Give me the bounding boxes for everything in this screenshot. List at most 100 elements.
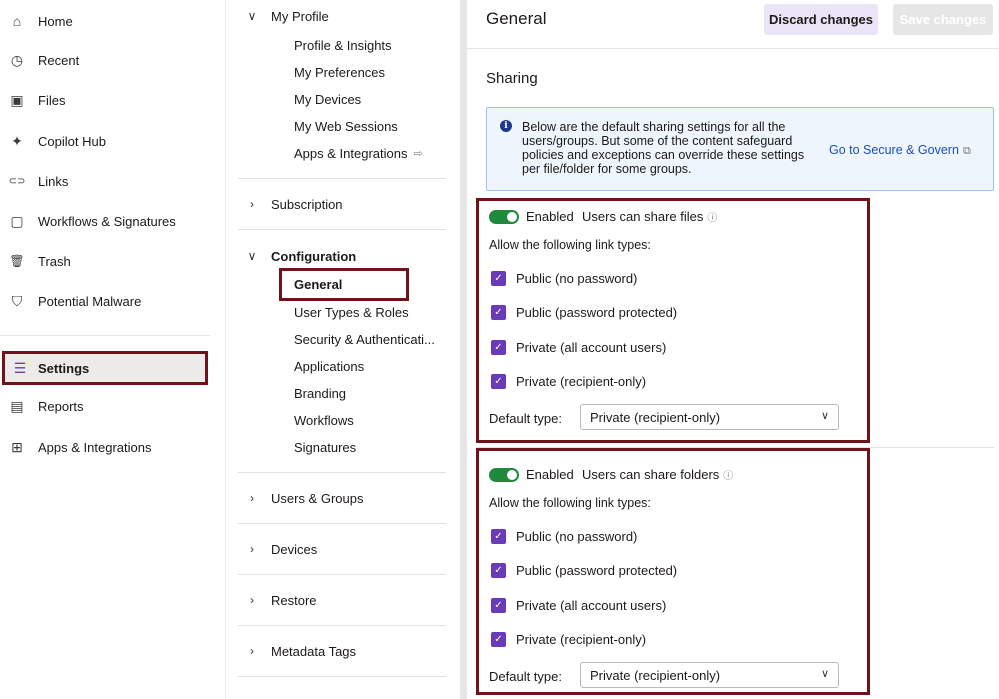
share-files-toggle[interactable] <box>489 210 519 224</box>
settings-item-signatures[interactable]: Signatures <box>294 436 356 458</box>
nav-label: Apps & Integrations <box>38 439 152 455</box>
clock-icon: ◷ <box>10 51 24 68</box>
nav-item-apps-integrations[interactable]: ⊞ Apps & Integrations <box>0 430 226 464</box>
select-value: Private (recipient-only) <box>590 667 721 683</box>
nav-item-workflows-signatures[interactable]: ▢ Workflows & Signatures <box>0 204 226 238</box>
nav-label: Potential Malware <box>38 293 142 309</box>
save-changes-button[interactable]: Save changes <box>893 4 993 35</box>
chevron-right-icon: › <box>250 644 254 658</box>
option-label: Private (all account users) <box>516 339 667 355</box>
checkbox-checked[interactable]: ✓ <box>491 270 506 286</box>
toggle-state-label: Enabled <box>526 209 574 224</box>
folders-option-public-password-protected[interactable]: ✓ Public (password protected) <box>491 561 677 579</box>
nav-item-potential-malware[interactable]: ⛉ Potential Malware <box>0 284 226 318</box>
folders-default-type-select[interactable]: Private (recipient-only) ∨ <box>580 662 839 688</box>
settings-item-profile-insights[interactable]: Profile & Insights <box>294 34 392 56</box>
option-label: Private (all account users) <box>516 597 667 613</box>
section-label: Metadata Tags <box>271 643 357 659</box>
settings-item-apps-integrations[interactable]: Apps & Integrations ⇨ <box>294 142 423 164</box>
settings-item-my-web-sessions[interactable]: My Web Sessions <box>294 115 398 137</box>
section-title-sharing: Sharing <box>486 70 538 87</box>
divider <box>238 178 446 179</box>
nav-item-trash[interactable]: 🗑 Trash <box>0 244 226 278</box>
sparkle-icon: ✦ <box>11 132 23 149</box>
external-link-icon: ⇨ <box>413 147 423 160</box>
home-icon: ⌂ <box>12 13 22 29</box>
settings-item-my-devices[interactable]: My Devices <box>294 88 361 110</box>
section-my-profile[interactable]: ∨ My Profile <box>245 4 329 28</box>
option-label: Private (recipient-only) <box>516 373 647 389</box>
main-content: General Discard changes Save changes Sha… <box>467 0 999 699</box>
info-banner: i Below are the default sharing settings… <box>486 107 994 191</box>
nav-item-recent[interactable]: ◷ Recent <box>0 43 226 77</box>
share-files-title: Users can share files ⓘ <box>582 209 717 224</box>
section-users-groups[interactable]: › Users & Groups <box>245 486 363 510</box>
section-devices[interactable]: › Devices <box>245 537 317 561</box>
nav-item-home[interactable]: ⌂ Home <box>0 4 226 38</box>
checkbox-checked[interactable]: ✓ <box>491 562 506 578</box>
help-icon[interactable]: ⓘ <box>707 213 717 224</box>
header-divider <box>467 48 999 49</box>
chevron-right-icon: › <box>250 197 254 211</box>
checkbox-checked[interactable]: ✓ <box>491 373 506 389</box>
divider <box>238 472 446 473</box>
section-label: Subscription <box>271 196 343 212</box>
nav-item-links[interactable]: ⊂⊃ Links <box>0 164 226 198</box>
nav-label: Workflows & Signatures <box>38 213 176 229</box>
allow-link-types-label: Allow the following link types: <box>489 238 651 252</box>
files-icon: ▣ <box>10 91 24 108</box>
scrollbar[interactable] <box>460 0 467 699</box>
files-option-public-password-protected[interactable]: ✓ Public (password protected) <box>491 303 677 321</box>
nav-item-copilot-hub[interactable]: ✦ Copilot Hub <box>0 124 226 158</box>
section-configuration[interactable]: ∨ Configuration <box>245 244 357 268</box>
clipboard-icon: ▢ <box>10 212 24 229</box>
chevron-right-icon: › <box>250 491 254 505</box>
section-restore[interactable]: › Restore <box>245 588 317 612</box>
checkbox-checked[interactable]: ✓ <box>491 631 506 647</box>
share-title-text: Users can share folders <box>582 467 720 482</box>
settings-item-workflows[interactable]: Workflows <box>294 409 354 431</box>
settings-item-label: Apps & Integrations <box>294 145 408 161</box>
checkbox-checked[interactable]: ✓ <box>491 304 506 320</box>
settings-item-user-types-roles[interactable]: User Types & Roles <box>294 301 409 323</box>
share-folders-title: Users can share folders ⓘ <box>582 467 733 482</box>
help-icon[interactable]: ⓘ <box>723 471 733 482</box>
nav-label: Reports <box>38 398 84 414</box>
section-subscription[interactable]: › Subscription <box>245 192 343 216</box>
folders-option-private-all-account-users[interactable]: ✓ Private (all account users) <box>491 596 666 614</box>
settings-item-applications[interactable]: Applications <box>294 355 364 377</box>
settings-item-general[interactable]: General <box>279 268 409 301</box>
checkbox-checked[interactable]: ✓ <box>491 597 506 613</box>
settings-item-security-authentication[interactable]: Security & Authenticati... <box>294 328 435 350</box>
nav-divider <box>0 335 210 336</box>
files-option-public-no-password[interactable]: ✓ Public (no password) <box>491 269 637 287</box>
section-metadata-tags[interactable]: › Metadata Tags <box>245 639 356 663</box>
files-default-type-select[interactable]: Private (recipient-only) ∨ <box>580 404 839 430</box>
files-option-private-all-account-users[interactable]: ✓ Private (all account users) <box>491 338 666 356</box>
chevron-down-icon: ∨ <box>820 668 829 680</box>
nav-item-reports[interactable]: ▤ Reports <box>0 389 226 423</box>
checkbox-checked[interactable]: ✓ <box>491 528 506 544</box>
info-icon: i <box>500 120 512 132</box>
discard-changes-button[interactable]: Discard changes <box>764 4 878 35</box>
folders-option-private-recipient-only[interactable]: ✓ Private (recipient-only) <box>491 630 646 648</box>
nav-item-settings[interactable]: ☰ Settings <box>2 351 208 385</box>
primary-sidebar: ⌂ Home ◷ Recent ▣ Files ✦ Copilot Hub ⊂⊃… <box>0 0 226 699</box>
external-link-icon: ⧉ <box>962 145 971 157</box>
go-to-secure-govern-link[interactable]: Go to Secure & Govern ⧉ <box>829 143 971 158</box>
default-type-label: Default type: <box>489 411 562 426</box>
files-option-private-recipient-only[interactable]: ✓ Private (recipient-only) <box>491 372 646 390</box>
settings-item-branding[interactable]: Branding <box>294 382 346 404</box>
folders-option-public-no-password[interactable]: ✓ Public (no password) <box>491 527 637 545</box>
checkbox-checked[interactable]: ✓ <box>491 339 506 355</box>
nav-label: Files <box>38 92 66 108</box>
trash-icon: 🗑 <box>9 254 25 268</box>
settings-item-my-preferences[interactable]: My Preferences <box>294 61 385 83</box>
apps-icon: ⊞ <box>11 438 23 455</box>
link-label: Go to Secure & Govern <box>829 143 959 157</box>
section-label: Restore <box>271 592 317 608</box>
nav-item-files[interactable]: ▣ Files <box>0 83 226 117</box>
share-folders-toggle[interactable] <box>489 468 519 482</box>
page-title: General <box>486 9 547 28</box>
chevron-right-icon: › <box>250 593 254 607</box>
